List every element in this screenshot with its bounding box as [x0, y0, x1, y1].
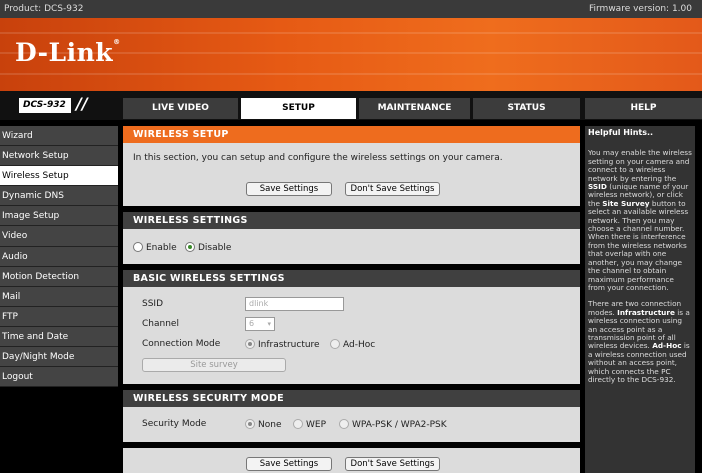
infrastructure-option[interactable]: Infrastructure — [245, 339, 320, 350]
hints-title: Helpful Hints.. — [588, 128, 654, 137]
infrastructure-radio[interactable] — [245, 339, 255, 349]
bottom-actions: Save Settings Don't Save Settings — [123, 448, 580, 473]
none-option[interactable]: None — [245, 419, 281, 430]
none-radio[interactable] — [245, 419, 255, 429]
sidebar-item-motion-detection[interactable]: Motion Detection — [0, 266, 118, 287]
bottom-save-settings-button[interactable]: Save Settings — [246, 457, 332, 471]
security-mode-label: Security Mode — [142, 419, 207, 429]
top-bar: Product: DCS-932 Firmware version: 1.00 — [0, 0, 702, 18]
wireless-security-panel: WIRELESS SECURITY MODE Security Mode Non… — [123, 390, 580, 442]
panel-title: WIRELESS SETTINGS — [123, 212, 580, 229]
disable-radio[interactable] — [185, 242, 195, 252]
slashes-decoration: // — [76, 94, 88, 113]
ssid-label: SSID — [142, 299, 164, 309]
wpa-radio[interactable] — [339, 419, 349, 429]
connection-mode-label: Connection Mode — [142, 339, 221, 349]
tab-setup[interactable]: SETUP — [241, 98, 356, 119]
sidebar-item-video[interactable]: Video — [0, 226, 118, 247]
tab-live-video[interactable]: LIVE VIDEO — [123, 98, 238, 119]
model-badge: DCS-932 — [19, 98, 71, 113]
description-text: In this section, you can setup and confi… — [133, 153, 503, 163]
sidebar-item-wizard[interactable]: Wizard — [0, 126, 118, 147]
wep-radio[interactable] — [293, 419, 303, 429]
helpful-hints-panel: Helpful Hints.. You may enable the wirel… — [585, 126, 695, 473]
wep-option[interactable]: WEP — [293, 419, 326, 430]
brand-banner: D-Link® — [0, 18, 702, 91]
enable-option[interactable]: Enable — [133, 242, 177, 253]
sidebar-item-dynamic-dns[interactable]: Dynamic DNS — [0, 186, 118, 207]
save-settings-button[interactable]: Save Settings — [246, 182, 332, 196]
channel-label: Channel — [142, 319, 179, 329]
tab-maintenance[interactable]: MAINTENANCE — [359, 98, 470, 119]
hints-paragraph-1: You may enable the wireless setting on y… — [588, 148, 692, 292]
wireless-settings-panel: WIRELESS SETTINGS Enable Disable — [123, 212, 580, 264]
sidebar-item-day-night-mode[interactable]: Day/Night Mode — [0, 347, 118, 368]
dont-save-settings-button[interactable]: Don't Save Settings — [345, 182, 440, 196]
ssid-input[interactable]: dlink — [245, 297, 344, 311]
sidebar-item-wireless-setup[interactable]: Wireless Setup — [0, 166, 118, 187]
channel-select[interactable]: 6 ▾ — [245, 317, 275, 331]
sidebar-item-logout[interactable]: Logout — [0, 367, 118, 388]
chevron-down-icon: ▾ — [267, 320, 271, 328]
sidebar-item-audio[interactable]: Audio — [0, 246, 118, 267]
panel-title: BASIC WIRELESS SETTINGS — [123, 270, 580, 287]
tab-help[interactable]: HELP — [585, 98, 702, 119]
hints-paragraph-2: There are two connection modes. Infrastr… — [588, 299, 690, 384]
product-label: Product: DCS-932 — [4, 4, 84, 14]
site-survey-button[interactable]: Site survey — [142, 358, 286, 372]
firmware-label: Firmware version: 1.00 — [588, 4, 692, 14]
sidebar-item-network-setup[interactable]: Network Setup — [0, 146, 118, 167]
main-content: WIRELESS SETUP In this section, you can … — [123, 126, 580, 473]
wpa-option[interactable]: WPA-PSK / WPA2-PSK — [339, 419, 447, 430]
nav-bar: DCS-932 // LIVE VIDEO SETUP MAINTENANCE … — [0, 91, 702, 120]
dlink-logo: D-Link® — [15, 38, 121, 67]
basic-wireless-settings-panel: BASIC WIRELESS SETTINGS SSID dlink Chann… — [123, 270, 580, 384]
panel-title: WIRELESS SETUP — [123, 126, 580, 143]
sidebar: Wizard Network Setup Wireless Setup Dyna… — [0, 126, 118, 388]
sidebar-item-mail[interactable]: Mail — [0, 286, 118, 307]
sidebar-item-ftp[interactable]: FTP — [0, 306, 118, 327]
enable-radio[interactable] — [133, 242, 143, 252]
wireless-setup-panel: WIRELESS SETUP In this section, you can … — [123, 126, 580, 206]
adhoc-option[interactable]: Ad-Hoc — [330, 339, 375, 350]
sidebar-item-time-and-date[interactable]: Time and Date — [0, 326, 118, 348]
sidebar-item-image-setup[interactable]: Image Setup — [0, 206, 118, 227]
panel-title: WIRELESS SECURITY MODE — [123, 390, 580, 407]
bottom-dont-save-settings-button[interactable]: Don't Save Settings — [345, 457, 440, 471]
adhoc-radio[interactable] — [330, 339, 340, 349]
tab-status[interactable]: STATUS — [473, 98, 580, 119]
disable-option[interactable]: Disable — [185, 242, 231, 253]
